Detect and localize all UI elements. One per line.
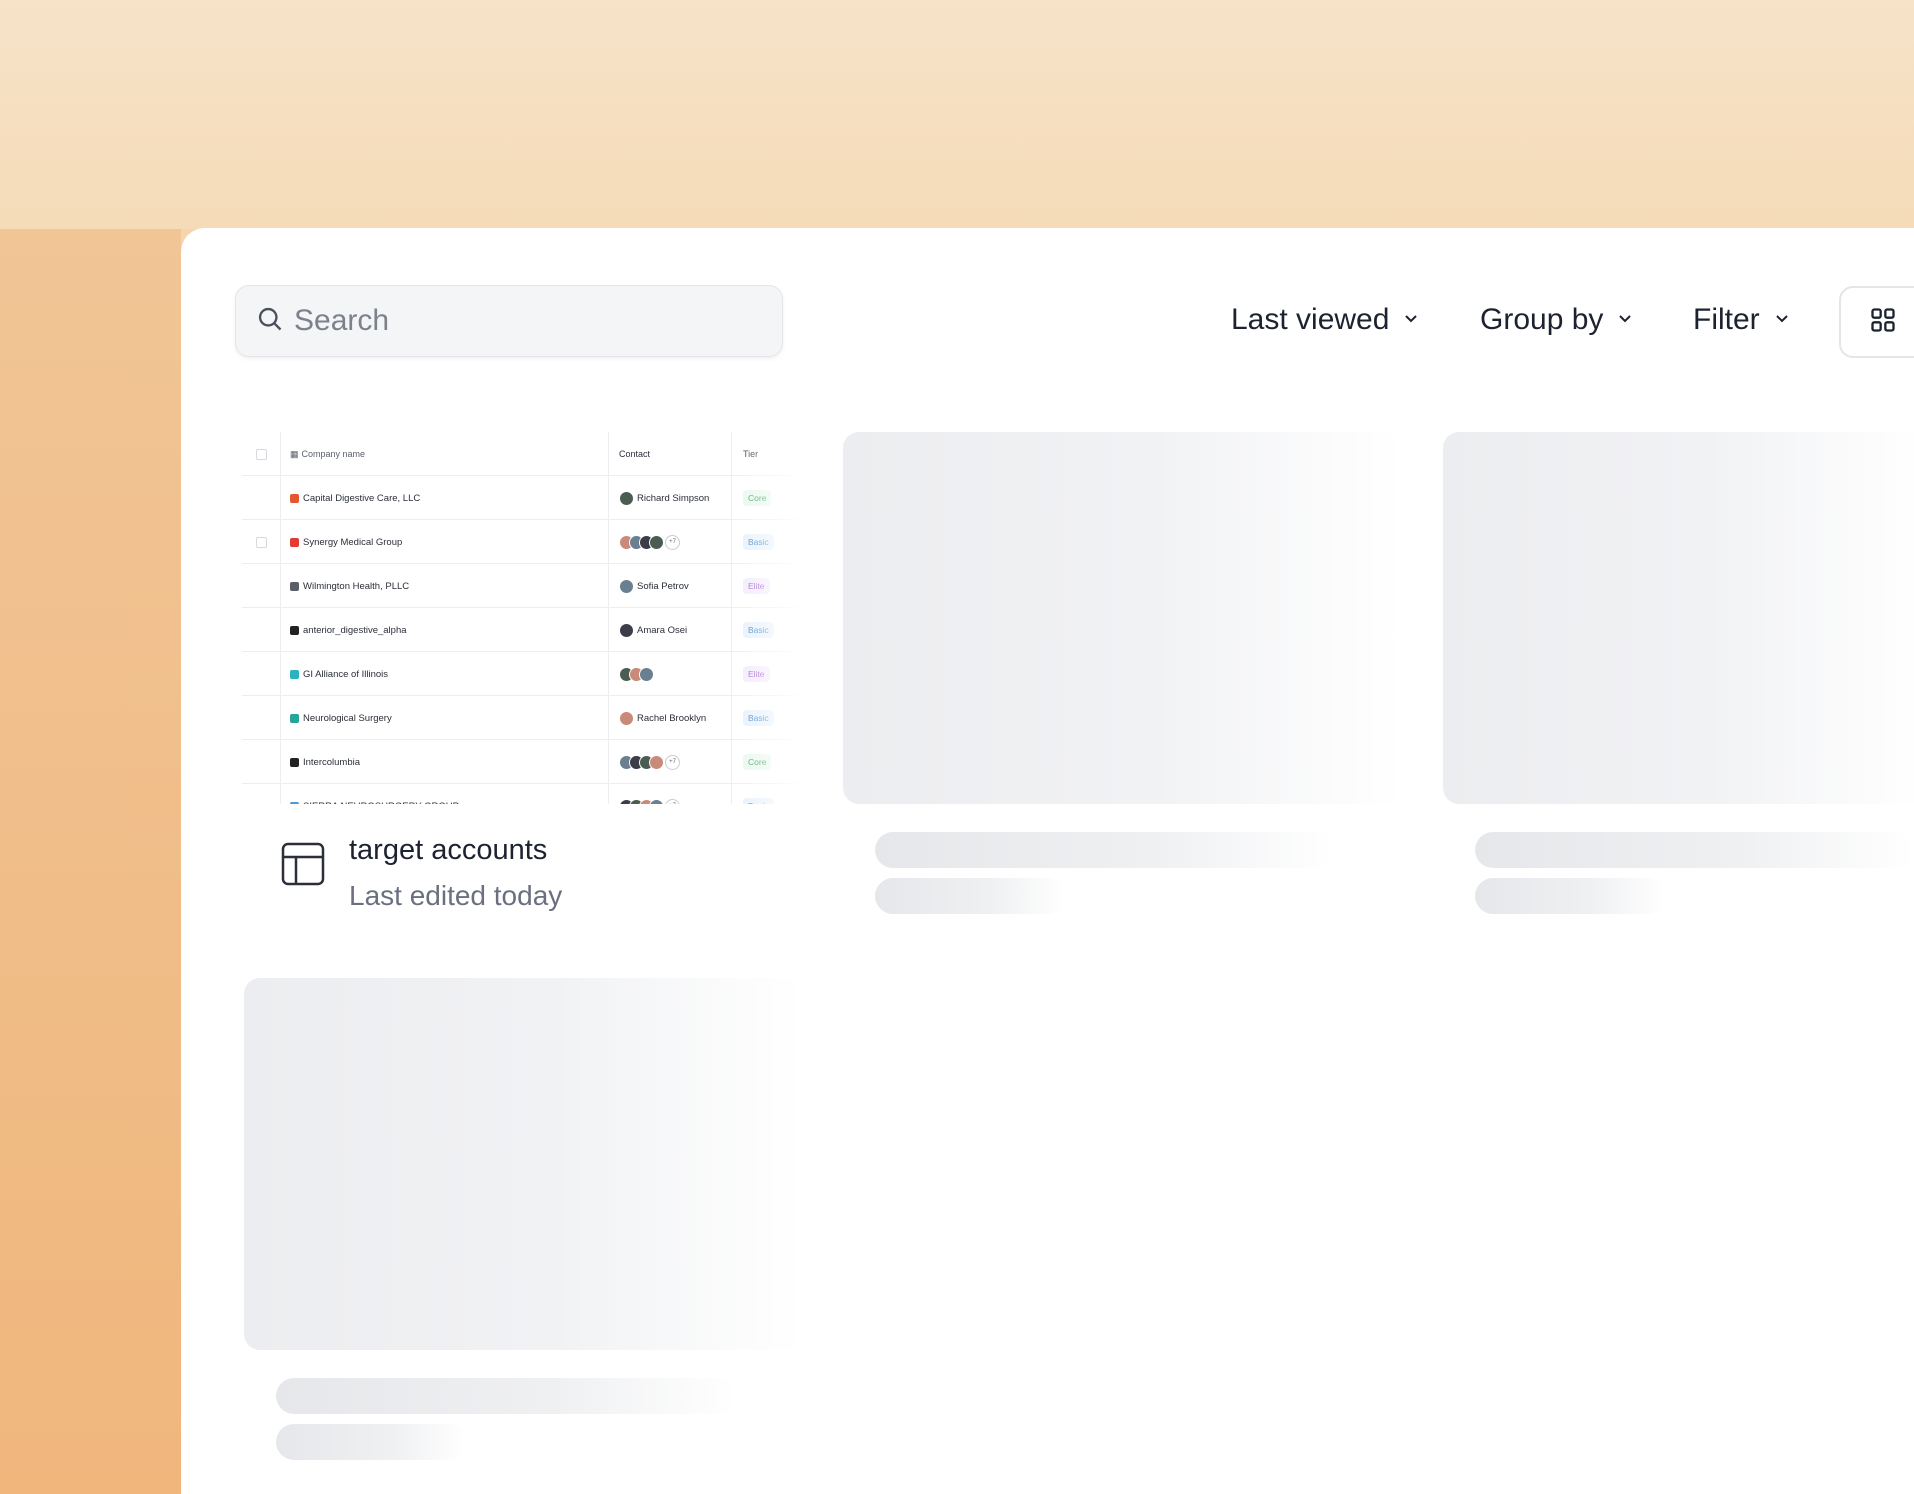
company-name: Wilmington Health, PLLC: [303, 580, 410, 592]
tier-badge: Basic: [743, 798, 774, 804]
tier-badge: Core: [743, 490, 772, 506]
column-header: Company name: [301, 449, 366, 459]
column-header: Contact: [619, 449, 651, 459]
tier-badge: Basic: [743, 622, 774, 638]
loading-subtitle-bar: [1475, 878, 1665, 914]
company-name: Synergy Medical Group: [303, 536, 403, 548]
building-icon: ▦: [290, 448, 299, 459]
company-name: Capital Digestive Care, LLC: [303, 492, 421, 504]
grid-icon: [1869, 306, 1897, 339]
tier-badge: Core: [743, 754, 772, 770]
chevron-down-icon: [1389, 303, 1421, 337]
table-row: SIERRA NEUROSURGERY GROUP +7 Basic: [242, 784, 798, 804]
table-row: Capital Digestive Care, LLC Richard Simps…: [242, 476, 798, 520]
sort-label: Last viewed: [1231, 303, 1390, 336]
loading-subtitle-bar: [276, 1424, 466, 1460]
company-logo-icon: [290, 537, 299, 547]
search-placeholder: Search: [294, 304, 390, 337]
more-contacts-badge: +7: [665, 534, 680, 550]
group-by-label: Group by: [1480, 303, 1604, 336]
avatar: [619, 490, 634, 506]
card-title[interactable]: target accounts: [349, 834, 547, 867]
avatar: [619, 578, 634, 594]
more-contacts-badge: +7: [665, 798, 680, 804]
filter-label: Filter: [1693, 303, 1760, 336]
company-logo-icon: [290, 757, 299, 767]
company-name: SIERRA NEUROSURGERY GROUP: [303, 801, 459, 805]
filter-dropdown[interactable]: Filter: [1693, 296, 1792, 344]
app-window: Search Last viewed Group by Filter ▦ Com…: [181, 228, 1914, 1494]
table-row: GI Alliance of Illinois Elite: [242, 652, 798, 696]
avatar: [619, 622, 634, 638]
avatar: [639, 666, 654, 682]
contact-name: Sofia Petrov: [637, 580, 689, 592]
company-name: Neurological Surgery: [303, 712, 392, 724]
company-logo-icon: [290, 801, 299, 804]
avatar: [649, 754, 664, 770]
more-contacts-badge: +7: [665, 754, 680, 770]
table-header-row: ▦ Company name Contact Tier: [242, 432, 798, 476]
column-header: Tier: [743, 449, 759, 459]
checkbox: [256, 536, 267, 548]
loading-thumbnail: [843, 432, 1403, 804]
tier-badge: Basic: [743, 710, 774, 726]
contact-name: Richard Simpson: [637, 492, 710, 504]
table-row: Neurological Surgery Rachel Brooklyn Basic: [242, 696, 798, 740]
loading-subtitle-bar: [875, 878, 1065, 914]
company-name: Intercolumbia: [303, 756, 361, 768]
contact-name: Amara Osei: [637, 624, 688, 636]
avatar: [649, 798, 664, 804]
card-subtitle: Last edited today: [349, 880, 563, 911]
tier-badge: Basic: [743, 534, 774, 550]
table-row: anterior_digestive_alpha Amara Osei Basic: [242, 608, 798, 652]
grid-view-button[interactable]: [1839, 286, 1914, 358]
background-top: [0, 0, 1914, 229]
sort-dropdown[interactable]: Last viewed: [1231, 296, 1421, 344]
contact-name: Rachel Brooklyn: [637, 712, 707, 724]
loading-thumbnail: [244, 978, 804, 1350]
company-logo-icon: [290, 493, 299, 503]
company-logo-icon: [290, 713, 299, 723]
company-name: GI Alliance of Illinois: [303, 668, 389, 680]
loading-title-bar: [276, 1378, 736, 1414]
loading-thumbnail: [1443, 432, 1914, 804]
table-row: Synergy Medical Group +7 Basic: [242, 520, 798, 564]
group-by-dropdown[interactable]: Group by: [1480, 296, 1635, 344]
company-logo-icon: [290, 625, 299, 635]
search-icon: [256, 305, 284, 338]
toolbar: Search Last viewed Group by Filter: [181, 228, 1914, 368]
table-row: Intercolumbia +7 Core: [242, 740, 798, 784]
company-name: anterior_digestive_alpha: [303, 624, 407, 636]
tier-badge: Elite: [743, 578, 770, 594]
avatar: [619, 710, 634, 726]
loading-title-bar: [1475, 832, 1914, 868]
company-logo-icon: [290, 581, 299, 591]
table-preview-thumbnail[interactable]: ▦ Company name Contact Tier Capital Dige…: [242, 432, 798, 804]
avatar: [649, 534, 664, 550]
chevron-down-icon: [1760, 303, 1792, 337]
tier-badge: Elite: [743, 666, 770, 682]
table-row: Wilmington Health, PLLC Sofia Petrov Elite: [242, 564, 798, 608]
checkbox: [256, 448, 267, 460]
table-icon: [280, 841, 326, 887]
search-input[interactable]: Search: [235, 285, 783, 357]
background-left: [0, 229, 181, 1494]
loading-title-bar: [875, 832, 1335, 868]
company-logo-icon: [290, 669, 299, 679]
chevron-down-icon: [1603, 303, 1635, 337]
